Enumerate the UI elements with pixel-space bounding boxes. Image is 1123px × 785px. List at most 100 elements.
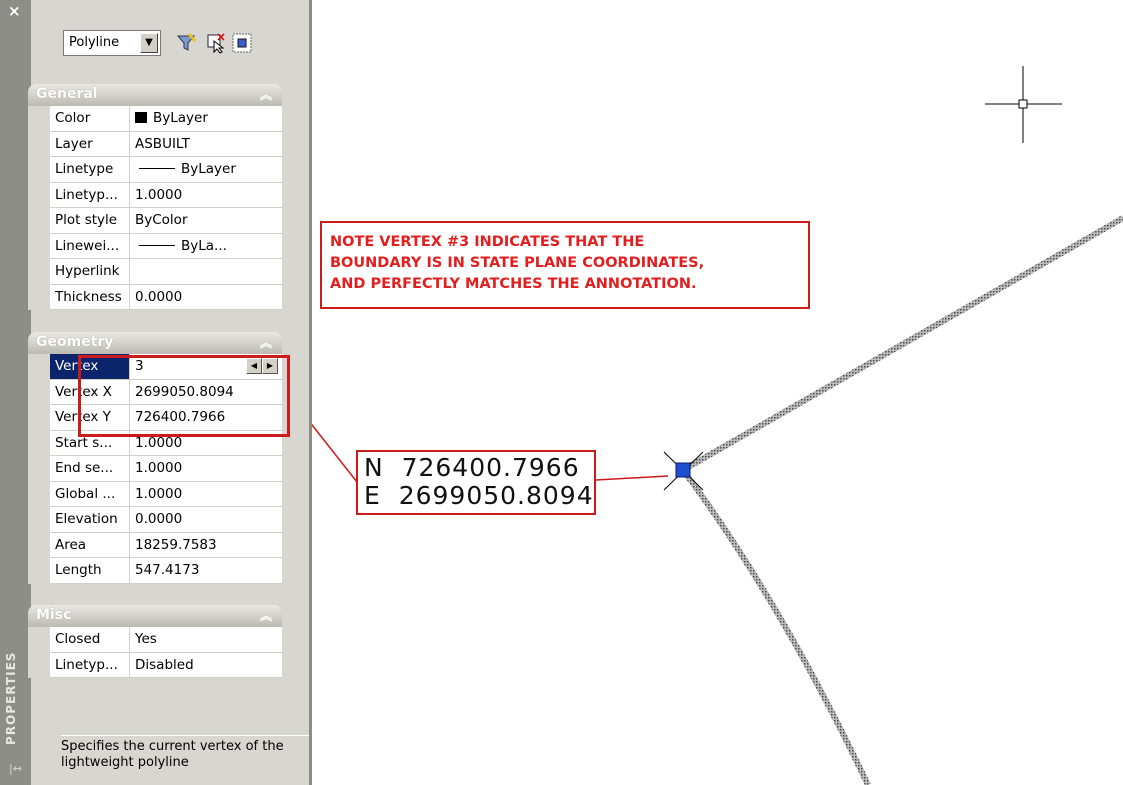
- palette-title: PROPERTIES: [4, 651, 18, 745]
- property-row-global-width[interactable]: Global ... 1.0000: [28, 481, 282, 507]
- lineweight-sample-icon: [139, 244, 175, 246]
- property-description: Specifies the current vertex of the ligh…: [61, 735, 309, 771]
- property-value: 0.0000: [130, 507, 282, 533]
- autohide-icon[interactable]: |↔: [9, 762, 22, 775]
- property-row-closed[interactable]: Closed Yes: [28, 627, 282, 653]
- previous-vertex-icon[interactable]: ◀: [246, 358, 262, 374]
- section-misc: Misc ︽ Closed Yes Linetyp... Disabled: [28, 605, 282, 678]
- select-objects-icon: [207, 33, 225, 54]
- property-label: Linewei...: [50, 233, 130, 259]
- coordinate-annotation[interactable]: N 726400.7966 E 2699050.8094: [356, 450, 596, 515]
- property-label: Thickness: [50, 284, 130, 310]
- collapse-icon[interactable]: ︽: [260, 86, 272, 103]
- property-label: Plot style: [50, 208, 130, 234]
- property-row-hyperlink[interactable]: Hyperlink: [28, 259, 282, 285]
- property-label: Hyperlink: [50, 259, 130, 285]
- property-value: 2699050.8094: [130, 379, 282, 405]
- property-label: Area: [50, 532, 130, 558]
- leader-line-to-vertex: [595, 475, 669, 481]
- close-icon[interactable]: ×: [8, 4, 21, 19]
- vertex-stepper[interactable]: ◀ ▶: [246, 358, 278, 374]
- property-row-layer[interactable]: Layer ASBUILT: [28, 131, 282, 157]
- property-label: Color: [50, 106, 130, 132]
- linetype-sample-icon: [139, 168, 175, 169]
- object-type-dropdown[interactable]: Polyline ▼: [63, 30, 161, 56]
- property-row-vertex[interactable]: Vertex 3 ◀ ▶: [28, 354, 282, 380]
- select-objects-button[interactable]: [203, 30, 229, 56]
- property-row-plot-style[interactable]: Plot style ByColor: [28, 208, 282, 234]
- property-value: 1.0000: [130, 456, 282, 482]
- vertex-grip-icon[interactable]: [663, 451, 704, 491]
- palette-border: [309, 0, 312, 785]
- property-label: End se...: [50, 456, 130, 482]
- property-row-lineweight[interactable]: Linewei... ByLa...: [28, 233, 282, 259]
- property-row-vertex-y[interactable]: Vertex Y 726400.7966: [28, 405, 282, 431]
- property-label: Linetyp...: [50, 652, 130, 678]
- property-row-thickness[interactable]: Thickness 0.0000: [28, 284, 282, 310]
- property-value: ByColor: [130, 208, 282, 234]
- property-row-vertex-x[interactable]: Vertex X 2699050.8094: [28, 379, 282, 405]
- note-callout: NOTE VERTEX #3 INDICATES THAT THE BOUNDA…: [320, 221, 810, 309]
- property-label: Vertex X: [50, 379, 130, 405]
- next-vertex-icon[interactable]: ▶: [262, 358, 278, 374]
- property-value: 18259.7583: [130, 532, 282, 558]
- property-row-linetype[interactable]: Linetype ByLayer: [28, 157, 282, 183]
- property-row-end-segment-width[interactable]: End se... 1.0000: [28, 456, 282, 482]
- property-value: ByLa...: [181, 237, 227, 254]
- note-line: AND PERFECTLY MATCHES THE ANNOTATION.: [330, 276, 697, 292]
- property-value: [130, 259, 282, 285]
- property-label: Vertex: [50, 354, 130, 380]
- property-description-text: Specifies the current vertex of the ligh…: [61, 739, 284, 770]
- property-value: 547.4173: [130, 558, 282, 584]
- funnel-icon: [176, 33, 197, 51]
- note-line: BOUNDARY IS IN STATE PLANE COORDINATES,: [330, 255, 705, 271]
- property-label: Linetyp...: [50, 182, 130, 208]
- section-geometry-title: Geometry: [36, 334, 114, 350]
- property-row-start-segment-width[interactable]: Start s... 1.0000: [28, 430, 282, 456]
- section-general: General ︽ Color ByLayer Layer ASBUILT Line…: [28, 84, 282, 310]
- property-value: ByLayer: [153, 110, 208, 126]
- property-label: Elevation: [50, 507, 130, 533]
- property-label: Length: [50, 558, 130, 584]
- section-misc-title: Misc: [36, 607, 72, 623]
- note-line: NOTE VERTEX #3 INDICATES THAT THE: [330, 234, 645, 250]
- section-general-header[interactable]: General ︽: [28, 84, 282, 106]
- object-type-value: Polyline: [69, 35, 120, 50]
- property-value: ASBUILT: [130, 131, 282, 157]
- property-value: 1.0000: [130, 182, 282, 208]
- property-value: 1.0000: [130, 430, 282, 456]
- property-label: Start s...: [50, 430, 130, 456]
- section-misc-header[interactable]: Misc ︽: [28, 605, 282, 627]
- divider: [61, 735, 309, 736]
- property-label: Linetype: [50, 157, 130, 183]
- northing-label: N 726400.7966: [364, 453, 580, 482]
- property-row-elevation[interactable]: Elevation 0.0000: [28, 507, 282, 533]
- color-swatch-icon: [135, 112, 147, 123]
- quick-select-button[interactable]: [229, 30, 255, 56]
- toggle-pickadd-button[interactable]: [173, 30, 199, 56]
- property-row-length[interactable]: Length 547.4173: [28, 558, 282, 584]
- collapse-icon[interactable]: ︽: [260, 334, 272, 351]
- palette-title-bar[interactable]: × PROPERTIES |↔: [0, 0, 31, 785]
- property-value: 726400.7966: [130, 405, 282, 431]
- chevron-down-icon[interactable]: ▼: [140, 33, 158, 53]
- property-row-linetype-generation[interactable]: Linetyp... Disabled: [28, 652, 282, 678]
- property-value: 3: [135, 358, 144, 374]
- collapse-icon[interactable]: ︽: [260, 607, 272, 624]
- property-value: 0.0000: [130, 284, 282, 310]
- property-label: Global ...: [50, 481, 130, 507]
- property-label: Vertex Y: [50, 405, 130, 431]
- property-row-color[interactable]: Color ByLayer: [28, 106, 282, 132]
- property-value: ByLayer: [181, 161, 236, 177]
- polyline-segment-south[interactable]: [680, 468, 871, 785]
- property-value: 1.0000: [130, 481, 282, 507]
- property-row-area[interactable]: Area 18259.7583: [28, 532, 282, 558]
- quick-select-icon: [232, 33, 252, 53]
- section-geometry-header[interactable]: Geometry ︽: [28, 332, 282, 354]
- section-geometry: Geometry ︽ Vertex 3 ◀ ▶ Vertex X 2699050.809…: [28, 332, 282, 584]
- property-value: Disabled: [130, 652, 282, 678]
- property-label: Layer: [50, 131, 130, 157]
- crosshair-cursor: [985, 66, 1062, 143]
- property-value: Yes: [130, 627, 282, 653]
- property-row-linetype-scale[interactable]: Linetyp... 1.0000: [28, 182, 282, 208]
